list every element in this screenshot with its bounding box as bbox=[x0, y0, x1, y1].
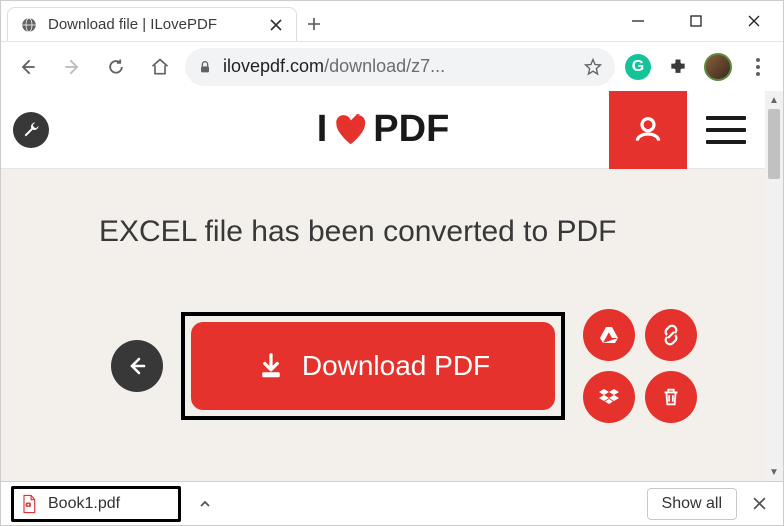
extensions-button[interactable] bbox=[661, 50, 695, 84]
nav-reload-button[interactable] bbox=[97, 48, 135, 86]
viewport: I PDF EXCEL file has been converted to P… bbox=[1, 91, 783, 481]
trash-icon bbox=[660, 386, 682, 408]
delete-file-button[interactable] bbox=[645, 371, 697, 423]
nav-forward-button[interactable] bbox=[53, 48, 91, 86]
page-headline: EXCEL file has been converted to PDF bbox=[1, 169, 765, 249]
window-controls bbox=[609, 1, 783, 41]
scroll-down-button[interactable]: ▼ bbox=[765, 463, 783, 481]
url-text: ilovepdf.com/download/z7... bbox=[223, 56, 573, 77]
lock-icon bbox=[197, 59, 213, 75]
window-close-button[interactable] bbox=[725, 1, 783, 41]
address-bar[interactable]: ilovepdf.com/download/z7... bbox=[185, 48, 615, 86]
chevron-up-icon bbox=[198, 497, 212, 511]
arrow-left-icon bbox=[125, 354, 149, 378]
logo-letter-pdf: PDF bbox=[373, 108, 449, 151]
download-item-menu-button[interactable] bbox=[189, 488, 221, 520]
close-shelf-button[interactable] bbox=[745, 490, 773, 518]
drive-icon bbox=[597, 323, 621, 347]
browser-toolbar: ilovepdf.com/download/z7... G bbox=[1, 41, 783, 91]
save-to-drive-button[interactable] bbox=[583, 309, 635, 361]
wrench-icon bbox=[21, 120, 41, 140]
grammarly-icon: G bbox=[625, 54, 651, 80]
nav-home-button[interactable] bbox=[141, 48, 179, 86]
page-content: I PDF EXCEL file has been converted to P… bbox=[1, 91, 765, 481]
heart-icon bbox=[331, 111, 369, 149]
copy-link-button[interactable] bbox=[645, 309, 697, 361]
share-actions bbox=[583, 309, 697, 423]
download-highlight: Download PDF bbox=[181, 312, 565, 420]
profile-button[interactable] bbox=[701, 50, 735, 84]
site-menu-button[interactable] bbox=[687, 91, 765, 169]
tools-button[interactable] bbox=[13, 112, 49, 148]
scroll-track[interactable] bbox=[765, 179, 783, 463]
download-icon bbox=[256, 351, 286, 381]
window-maximize-button[interactable] bbox=[667, 1, 725, 41]
browser-titlebar: Download file | ILovePDF bbox=[1, 1, 783, 41]
site-logo[interactable]: I PDF bbox=[317, 108, 450, 151]
close-icon bbox=[753, 497, 766, 510]
logo-letter-i: I bbox=[317, 108, 328, 151]
page-back-button[interactable] bbox=[111, 340, 163, 392]
window-minimize-button[interactable] bbox=[609, 1, 667, 41]
scroll-up-button[interactable]: ▲ bbox=[765, 91, 783, 109]
link-icon bbox=[659, 323, 683, 347]
scroll-thumb[interactable] bbox=[768, 109, 780, 179]
puzzle-icon bbox=[668, 57, 688, 77]
close-tab-button[interactable] bbox=[268, 17, 284, 33]
avatar-icon bbox=[704, 53, 732, 81]
browser-menu-button[interactable] bbox=[741, 58, 775, 76]
browser-tab[interactable]: Download file | ILovePDF bbox=[7, 7, 297, 41]
site-header: I PDF bbox=[1, 91, 765, 169]
show-all-downloads-button[interactable]: Show all bbox=[647, 488, 737, 520]
dropbox-icon bbox=[597, 385, 621, 409]
actions-row: Download PDF bbox=[111, 309, 697, 423]
nav-back-button[interactable] bbox=[9, 48, 47, 86]
downloaded-file-name: Book1.pdf bbox=[48, 495, 120, 513]
star-icon[interactable] bbox=[583, 57, 603, 77]
user-icon bbox=[632, 114, 664, 146]
vertical-scrollbar[interactable]: ▲ ▼ bbox=[765, 91, 783, 481]
tab-title: Download file | ILovePDF bbox=[48, 16, 258, 33]
new-tab-button[interactable] bbox=[297, 7, 331, 41]
pdf-file-icon bbox=[20, 494, 38, 514]
globe-icon bbox=[20, 16, 38, 34]
download-pdf-button[interactable]: Download PDF bbox=[191, 322, 555, 410]
download-label: Download PDF bbox=[302, 350, 490, 382]
downloaded-file-item[interactable]: Book1.pdf bbox=[11, 486, 181, 522]
account-button[interactable] bbox=[609, 91, 687, 169]
grammarly-extension-button[interactable]: G bbox=[621, 50, 655, 84]
download-shelf: Book1.pdf Show all bbox=[1, 481, 783, 525]
save-to-dropbox-button[interactable] bbox=[583, 371, 635, 423]
